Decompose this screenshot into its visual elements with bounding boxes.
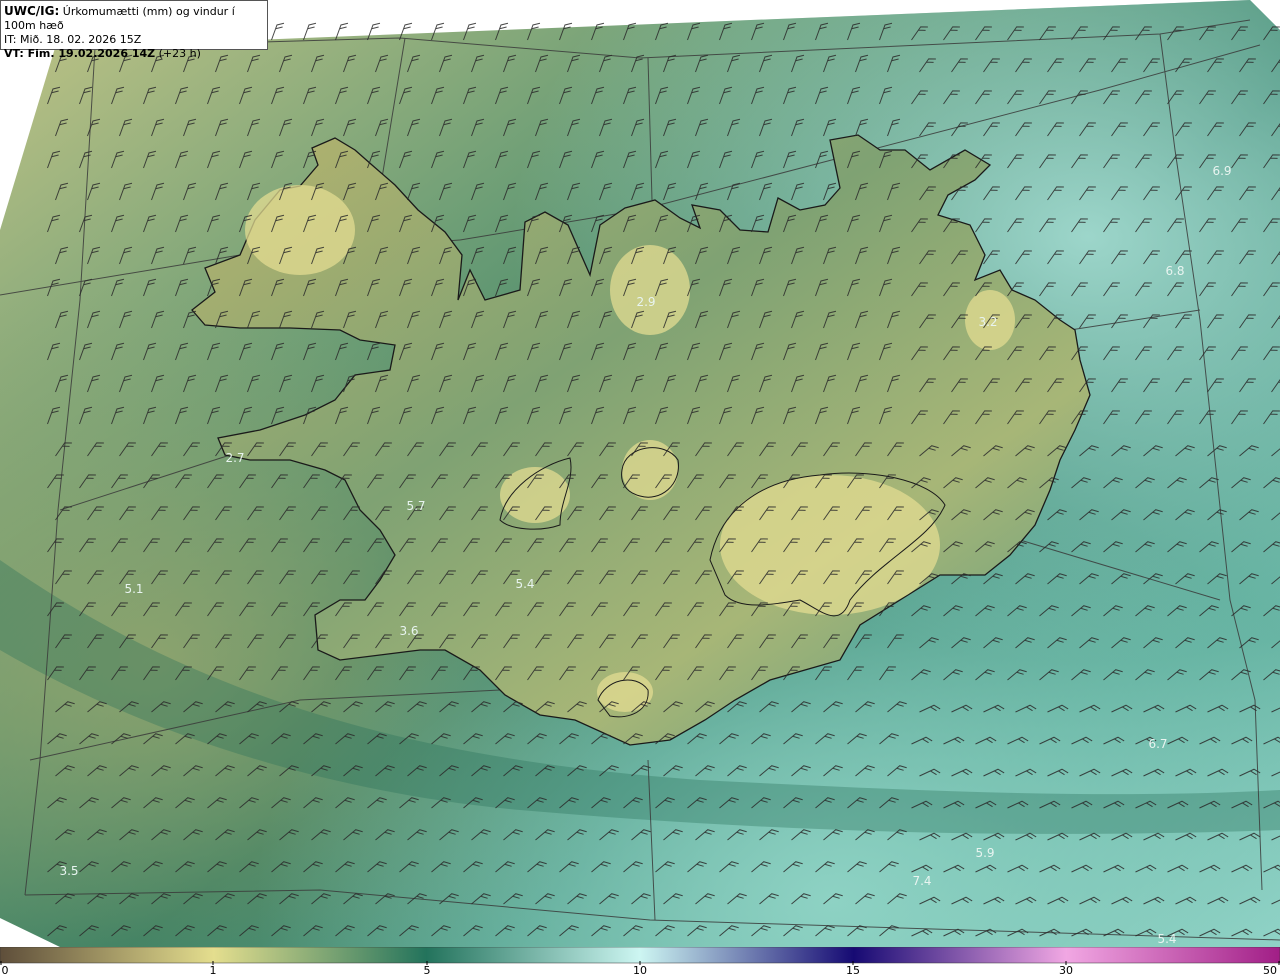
colorbar-tick: 10 (633, 964, 647, 977)
map-label: 5.1 (124, 582, 144, 596)
map-label: 5.4 (1157, 932, 1177, 946)
map-label: 3.2 (978, 315, 998, 329)
map-label: 5.7 (406, 499, 426, 513)
map-label: 2.9 (636, 295, 656, 309)
colorbar-tick: 5 (423, 964, 431, 977)
map-label: 5.4 (515, 577, 535, 591)
colorbar-tick: 0 (1, 964, 9, 977)
colorbar-tick: 1 (209, 964, 217, 977)
title-line: UWC/IG: Úrkomumætti (mm) og vindur í 100… (4, 4, 267, 33)
model-name: UWC/IG: (4, 4, 60, 18)
valid-time: VT: Fim. 19.02.2026 14Z (4, 47, 156, 60)
map-label: 3.5 (59, 864, 79, 878)
forecast-offset: (+23 h) (158, 47, 201, 60)
colorbar-tick: 15 (846, 964, 860, 977)
init-time: IT: Mið. 18. 02. 2026 15Z (4, 33, 142, 46)
map-label: 5.9 (975, 846, 995, 860)
colorbar-tick: 50 (1263, 964, 1277, 977)
map-label: 2.7 (225, 451, 245, 465)
map-label: 6.9 (1212, 164, 1232, 178)
map-label: 6.8 (1165, 264, 1185, 278)
colorbar-tick: 30 (1059, 964, 1073, 977)
map-label: 6.7 (1148, 737, 1168, 751)
valid-time-line: VT: Fim. 19.02.2026 14Z (+23 h) (4, 47, 267, 61)
precipitation-wind-map (0, 0, 1280, 947)
map-label: 3.6 (399, 624, 419, 638)
map-label: 7.4 (912, 874, 932, 888)
forecast-info-box: UWC/IG: Úrkomumætti (mm) og vindur í 100… (0, 0, 268, 60)
